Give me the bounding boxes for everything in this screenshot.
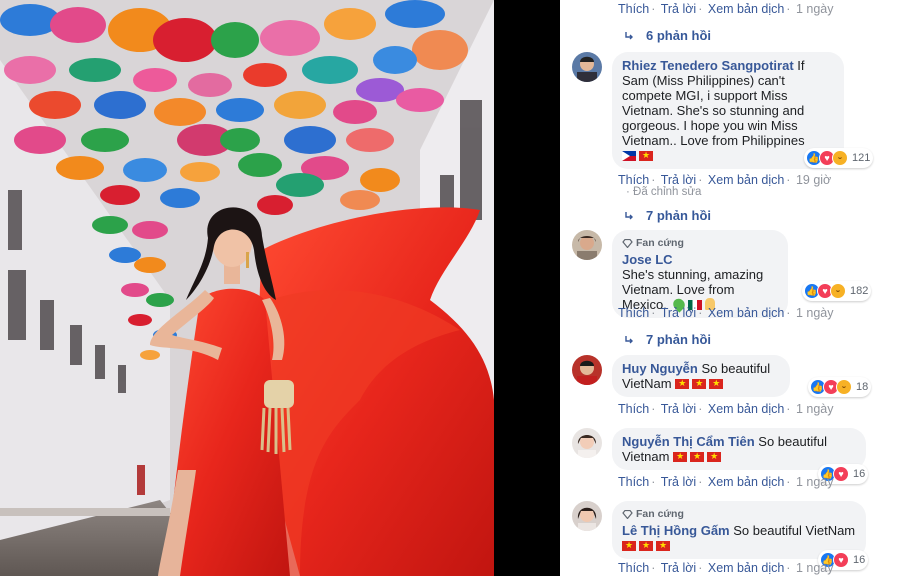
diamond-icon — [622, 239, 633, 248]
commenter-name[interactable]: Rhiez Tenedero Sangpotirat — [622, 58, 794, 73]
comment-time[interactable]: 1 ngày — [796, 561, 834, 575]
photo-illustration — [0, 0, 494, 576]
replies-count: 7 phản hồi — [646, 208, 711, 223]
translate-link[interactable]: Xem bản dịch — [708, 475, 784, 489]
reply-link[interactable]: Trả lời — [661, 2, 697, 16]
badge-label: Fan cứng — [636, 508, 684, 520]
comment-actions: Thích · Trả lời · Xem bản dịch · 1 ngày — [618, 561, 834, 575]
comment-actions: Thích · Trả lời · Xem bản dịch · 1 ngày — [618, 306, 834, 320]
reply-link[interactable]: Trả lời — [661, 173, 697, 187]
vietnam-flag-icon — [692, 376, 707, 391]
commenter-name[interactable]: Nguyễn Thị Cẩm Tiên — [622, 434, 755, 449]
reaction-count: 121 — [852, 152, 871, 164]
reply-link[interactable]: Trả lời — [661, 475, 697, 489]
vietnam-flag-icon — [675, 376, 690, 391]
reaction-summary[interactable]: 👍 ♥ ᵕ 18 — [808, 377, 872, 397]
comment-actions: Thích · Trả lời · Xem bản dịch · 1 ngày — [618, 402, 834, 416]
like-link[interactable]: Thích — [618, 561, 649, 575]
commenter-name[interactable]: Jose LC — [622, 252, 673, 267]
avatar[interactable] — [572, 428, 602, 458]
avatar[interactable] — [572, 230, 602, 260]
comment-actions: Thích · Trả lời · Xem bản dịch · 1 ngày — [618, 475, 834, 489]
comment-time[interactable]: 1 ngày — [796, 306, 834, 320]
commenter-name[interactable]: Huy Nguyễn — [622, 361, 698, 376]
translate-link[interactable]: Xem bản dịch — [708, 306, 784, 320]
love-icon: ♥ — [833, 466, 849, 482]
view-replies-1[interactable]: 6 phản hồi — [624, 28, 711, 43]
comment-time[interactable]: 19 giờ — [796, 173, 831, 187]
vietnam-flag-icon — [639, 148, 653, 163]
translate-link[interactable]: Xem bản dịch — [708, 173, 784, 187]
vietnam-flag-icon — [690, 449, 705, 464]
avatar-image — [577, 56, 597, 82]
view-replies-2[interactable]: 7 phản hồi — [624, 208, 711, 223]
avatar-image — [577, 236, 597, 260]
avatar-image — [577, 360, 597, 385]
comment-time[interactable]: 1 ngày — [796, 475, 834, 489]
avatar[interactable] — [572, 501, 602, 531]
avatar-image — [577, 435, 597, 458]
translate-link[interactable]: Xem bản dịch — [708, 2, 784, 16]
vietnam-flag-icon — [673, 449, 688, 464]
vietnam-flag-icon — [639, 538, 653, 553]
replies-count: 7 phản hồi — [646, 332, 711, 347]
vietnam-flag-icon — [656, 538, 670, 553]
view-replies-3[interactable]: 7 phản hồi — [624, 332, 711, 347]
comment-text: So beautiful VietNam — [733, 523, 856, 538]
reaction-count: 16 — [853, 554, 866, 566]
translate-link[interactable]: Xem bản dịch — [708, 561, 784, 575]
philippines-flag-icon — [622, 151, 636, 161]
comment-time[interactable]: 1 ngày — [796, 2, 834, 16]
commenter-name[interactable]: Lê Thị Hồng Gấm — [622, 523, 730, 538]
replies-count: 6 phản hồi — [646, 28, 711, 43]
haha-icon: ᵕ — [830, 283, 846, 299]
like-link[interactable]: Thích — [618, 306, 649, 320]
like-link[interactable]: Thích — [618, 402, 649, 416]
haha-icon: ᵕ — [832, 150, 848, 166]
haha-icon: ᵕ — [836, 379, 852, 395]
reply-arrow-icon — [625, 31, 633, 39]
comment-actions: Thích · Trả lời · Xem bản dịch · 19 giờ — [618, 173, 832, 187]
reaction-count: 16 — [853, 468, 866, 480]
comments-panel[interactable]: Thích · Trả lời · Xem bản dịch · 1 ngày 6 p… — [560, 0, 900, 576]
top-fan-badge: Fan cứng — [622, 507, 856, 522]
reaction-summary[interactable]: 👍 ♥ ᵕ 121 — [804, 148, 874, 168]
love-icon: ♥ — [833, 552, 849, 568]
comment-bubble: Huy Nguyễn So beautiful VietNam — [612, 355, 790, 397]
like-link[interactable]: Thích — [618, 2, 649, 16]
reaction-summary[interactable]: 👍 ♥ ᵕ 182 — [802, 281, 872, 301]
reply-arrow-icon — [625, 335, 633, 343]
badge-label: Fan cứng — [636, 237, 684, 249]
vietnam-flag-icon — [622, 538, 636, 553]
diamond-icon — [622, 510, 633, 519]
avatar-image — [577, 507, 597, 531]
reply-link[interactable]: Trả lời — [661, 561, 697, 575]
top-fan-badge: Fan cứng — [622, 236, 778, 251]
edited-label: · Đã chỉnh sửa — [626, 186, 702, 198]
post-photo[interactable] — [0, 0, 494, 576]
reply-arrow-icon — [625, 211, 633, 219]
avatar[interactable] — [572, 355, 602, 385]
comment-time[interactable]: 1 ngày — [796, 402, 834, 416]
like-link[interactable]: Thích — [618, 173, 649, 187]
reply-link[interactable]: Trả lời — [661, 306, 697, 320]
divider — [494, 0, 560, 576]
reaction-count: 18 — [856, 381, 869, 393]
translate-link[interactable]: Xem bản dịch — [708, 402, 784, 416]
comment-bubble: Fan cứng Jose LC She's stunning, amazing… — [612, 230, 788, 318]
vietnam-flag-icon — [707, 449, 722, 464]
like-link[interactable]: Thích — [618, 475, 649, 489]
vietnam-flag-icon — [709, 376, 724, 391]
reaction-count: 182 — [850, 285, 869, 297]
comment-actions-prev: Thích · Trả lời · Xem bản dịch · 1 ngày — [618, 2, 834, 16]
reply-link[interactable]: Trả lời — [661, 402, 697, 416]
avatar[interactable] — [572, 52, 602, 82]
